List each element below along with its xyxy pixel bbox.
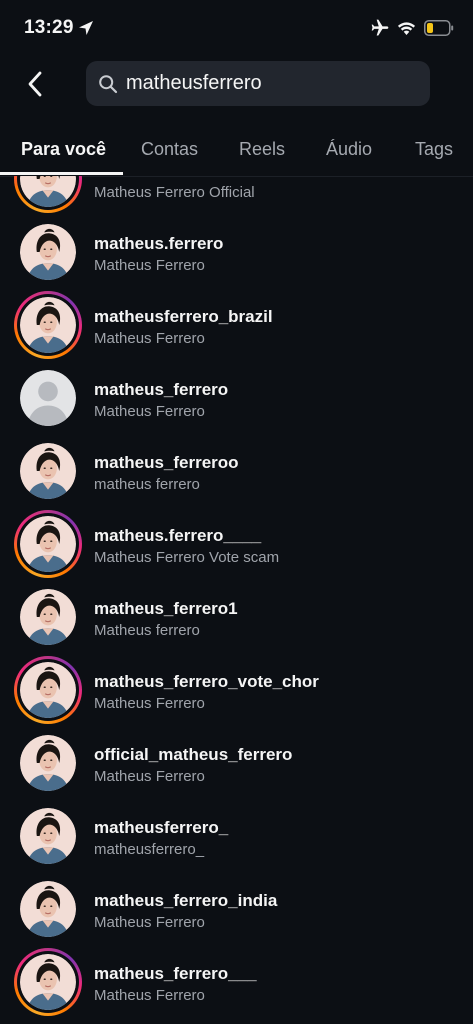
- avatar[interactable]: [14, 875, 82, 943]
- result-fullname: Matheus Ferrero: [94, 403, 205, 420]
- profile-photo: [20, 589, 76, 645]
- chevron-left-icon: [28, 71, 42, 97]
- avatar[interactable]: [14, 802, 82, 870]
- result-username: matheus_ferrero___: [94, 964, 257, 983]
- profile-photo: [20, 808, 76, 864]
- tab-reels[interactable]: Reels: [239, 139, 285, 160]
- tab-para-voce[interactable]: Para você: [21, 139, 106, 160]
- search-result-row[interactable]: official_matheus_ferrero Matheus Ferrero: [0, 727, 473, 800]
- result-fullname: Matheus Ferrero Official: [94, 184, 255, 201]
- search-result-row[interactable]: Matheus Ferrero Official: [0, 176, 473, 216]
- search-icon: [99, 75, 118, 94]
- search-result-row[interactable]: matheus_ferrero___ Matheus Ferrero: [0, 946, 473, 1019]
- profile-photo: [20, 662, 76, 718]
- result-username: matheusferrero_brazil: [94, 307, 273, 326]
- avatar[interactable]: [14, 583, 82, 651]
- tab-tags[interactable]: Tags: [415, 139, 453, 160]
- avatar-with-story-ring[interactable]: [14, 948, 82, 1016]
- result-fullname: Matheus Ferrero: [94, 257, 205, 274]
- profile-photo: [20, 176, 76, 207]
- search-result-row[interactable]: matheusferrero_ matheusferrero_: [0, 800, 473, 873]
- profile-photo: [20, 881, 76, 937]
- search-result-row[interactable]: matheus.ferrero____ Matheus Ferrero Vote …: [0, 508, 473, 581]
- profile-photo: [20, 735, 76, 791]
- airplane-icon: [371, 19, 389, 36]
- back-button[interactable]: [18, 66, 54, 102]
- search-result-row[interactable]: matheus_ferrero_india Matheus Ferrero: [0, 873, 473, 946]
- search-result-row[interactable]: matheus_ferrero1 Matheus ferrero: [0, 581, 473, 654]
- search-box[interactable]: [86, 61, 430, 106]
- result-username: matheus_ferrero1: [94, 599, 238, 618]
- result-username: matheus.ferrero: [94, 234, 224, 253]
- result-username: matheus_ferreroo: [94, 453, 239, 472]
- result-fullname: Matheus Ferrero Vote scam: [94, 549, 280, 566]
- avatar[interactable]: [14, 437, 82, 505]
- status-bar: 13:29: [0, 0, 473, 58]
- result-username: matheus.ferrero____: [94, 526, 262, 545]
- result-fullname: Matheus ferrero: [94, 622, 200, 639]
- result-fullname: matheusferrero_: [94, 841, 205, 858]
- profile-photo: [20, 297, 76, 353]
- search-result-row[interactable]: matheus_ferreroomatheus ferrero: [0, 435, 473, 508]
- status-time: 13:29: [24, 17, 74, 38]
- profile-photo: [20, 224, 76, 280]
- avatar-with-story-ring[interactable]: [14, 176, 82, 213]
- wifi-icon: [397, 22, 416, 35]
- profile-photo: [20, 954, 76, 1010]
- search-result-row[interactable]: matheus.ferrero Matheus Ferrero: [0, 216, 473, 289]
- search-result-row[interactable]: matheus_ferrero Matheus Ferrero: [0, 362, 473, 435]
- avatar-with-story-ring[interactable]: [14, 656, 82, 724]
- avatar-with-story-ring[interactable]: [14, 291, 82, 359]
- result-username: official_matheus_ferrero: [94, 745, 293, 764]
- result-fullname: Matheus Ferrero: [94, 914, 205, 931]
- profile-photo: [20, 516, 76, 572]
- result-username: matheus_ferrero_india: [94, 891, 278, 910]
- battery-low-icon: [424, 20, 454, 36]
- avatar[interactable]: [14, 729, 82, 797]
- profile-photo: [20, 443, 76, 499]
- result-username: matheusferrero_: [94, 818, 229, 837]
- avatar[interactable]: [14, 218, 82, 286]
- search-input[interactable]: [126, 61, 416, 106]
- default-user-icon: [20, 370, 76, 426]
- active-tab-indicator: [0, 172, 123, 175]
- result-fullname: Matheus Ferrero: [94, 330, 205, 347]
- tab-contas[interactable]: Contas: [141, 139, 198, 160]
- location-arrow-icon: [79, 21, 93, 35]
- search-result-row[interactable]: matheus_ferrero_vote_chor Matheus Ferrero: [0, 654, 473, 727]
- tab-bar: Para você Contas Reels Áudio Tags: [0, 128, 473, 177]
- result-username: matheus_ferrero_vote_chor: [94, 672, 319, 691]
- avatar-with-story-ring[interactable]: [14, 510, 82, 578]
- result-username: matheus_ferrero: [94, 380, 229, 399]
- tab-audio[interactable]: Áudio: [326, 139, 372, 160]
- search-results-list: Matheus Ferrero Official matheus.ferrero M…: [0, 176, 473, 1024]
- result-fullname: Matheus Ferrero: [94, 695, 205, 712]
- search-result-row[interactable]: matheusferrero_brazil Matheus Ferrero: [0, 289, 473, 362]
- result-fullname: matheus ferrero: [94, 476, 200, 493]
- avatar[interactable]: [14, 364, 82, 432]
- result-fullname: Matheus Ferrero: [94, 987, 205, 1004]
- result-fullname: Matheus Ferrero: [94, 768, 205, 785]
